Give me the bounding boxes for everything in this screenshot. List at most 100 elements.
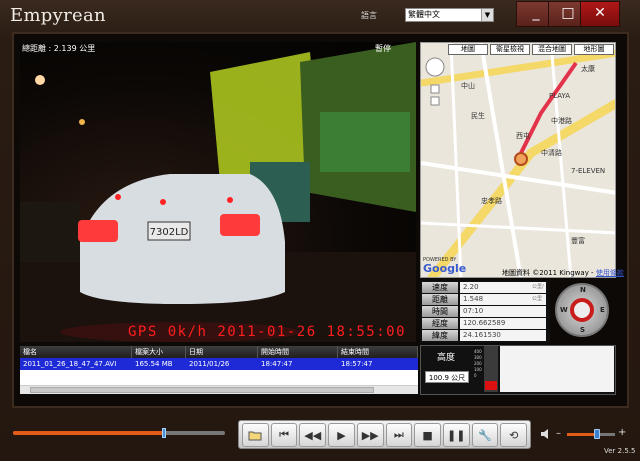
stat-time: 時間 07:10 <box>422 306 548 317</box>
volume-up-button[interactable]: + <box>618 427 626 438</box>
altitude-label: 高度 <box>437 353 456 363</box>
fast-forward-icon: ▶▶ <box>361 428 379 442</box>
tab-map[interactable]: 地圖 <box>448 44 488 55</box>
wrench-icon: 🔧 <box>478 428 492 442</box>
compass-south: S <box>580 326 586 334</box>
close-button[interactable]: ✕ <box>580 1 620 27</box>
compass-east: E <box>600 306 605 314</box>
license-plate: 7302LD <box>150 227 189 238</box>
gps-stats: 速度 2.20公里/小時 距離 1.548公里 時間 07:10 經度 120.… <box>420 281 550 343</box>
column-header-name[interactable]: 檔名 <box>20 346 132 358</box>
stat-value: 1.548 公里 <box>460 294 546 305</box>
rewind-button[interactable]: ◀◀ <box>299 423 327 447</box>
stop-button[interactable]: ■ <box>414 423 441 447</box>
folder-icon <box>248 431 262 441</box>
first-button[interactable]: ⏮ <box>270 423 298 447</box>
speaker-icon[interactable] <box>540 428 554 440</box>
table-row[interactable]: 2011_01_26_18_47_47.AVI 165.54 MB 2011/0… <box>20 358 418 370</box>
terms-link[interactable]: 使用條款 <box>596 269 624 277</box>
stat-label: 距離 <box>422 294 458 305</box>
map-label: 豐富 <box>571 236 585 245</box>
stat-value: 120.662589 <box>460 318 546 329</box>
chevron-down-icon[interactable]: ▼ <box>481 9 493 21</box>
map-label: 忠孝路 <box>481 196 502 205</box>
stat-label: 經度 <box>422 318 458 329</box>
repeat-icon: ⟲ <box>509 428 519 442</box>
stop-icon: ■ <box>422 428 433 442</box>
pause-icon: ❚❚ <box>447 428 466 442</box>
stat-label: 速度 <box>422 282 458 293</box>
volume-slider[interactable] <box>567 429 615 439</box>
altitude-bar <box>484 346 498 392</box>
map-label: 中清路 <box>541 148 562 157</box>
skip-last-icon: ⏭ <box>393 428 404 441</box>
compass-west: W <box>560 306 568 314</box>
stat-value: 2.20公里/小時 <box>460 282 546 301</box>
tab-hybrid[interactable]: 混合地圖 <box>532 44 572 55</box>
playback-progress[interactable] <box>13 428 225 438</box>
column-header-end[interactable]: 結束時間 <box>338 346 418 358</box>
pause-button[interactable]: ❚❚ <box>442 423 470 447</box>
map-tabs: 地圖 衛星檢視 混合地圖 地形圖 <box>448 44 614 55</box>
column-header-date[interactable]: 日期 <box>186 346 258 358</box>
column-header-start[interactable]: 開始時間 <box>258 346 338 358</box>
language-label: 語言 <box>361 11 377 20</box>
map-canvas: 太康 中山 民生 西屯 PLAYA 7-ELEVEN 中港路 忠孝路 豐富 中清… <box>421 43 615 277</box>
cell-start-time: 18:47:47 <box>261 360 293 368</box>
map-view[interactable]: 太康 中山 民生 西屯 PLAYA 7-ELEVEN 中港路 忠孝路 豐富 中清… <box>420 42 616 278</box>
last-button[interactable]: ⏭ <box>385 423 413 447</box>
stat-distance: 距離 1.548 公里 <box>422 294 548 305</box>
altitude-value: 100.9 公尺 <box>425 371 469 383</box>
video-player[interactable]: 7302LD <box>20 42 416 342</box>
open-folder-button[interactable] <box>242 423 269 447</box>
google-logo: Google <box>423 262 467 275</box>
dashcam-scene: 7302LD <box>20 42 416 342</box>
app-window: Empyrean 語言 繁體中文 ▼ _ □ ✕ 7302LD 總距離: 2.… <box>0 0 640 461</box>
map-label: 7-ELEVEN <box>571 167 605 175</box>
stat-value: 07:10 <box>460 306 546 317</box>
altitude-ticks: 400 300 200 100 0 <box>474 349 482 378</box>
scrollbar-thumb[interactable] <box>30 387 374 393</box>
tab-terrain[interactable]: 地形圖 <box>574 44 614 55</box>
progress-handle[interactable] <box>161 428 166 438</box>
horizontal-scrollbar[interactable] <box>20 385 418 394</box>
rewind-icon: ◀◀ <box>304 428 322 442</box>
stat-value: 24.161530 <box>460 330 546 341</box>
stat-label: 緯度 <box>422 330 458 341</box>
repeat-button[interactable]: ⟲ <box>500 423 528 447</box>
version-label: Ver 2.5.5 <box>604 447 636 455</box>
skip-first-icon: ⏮ <box>279 428 289 441</box>
map-label: 中山 <box>461 81 475 90</box>
stat-label: 時間 <box>422 306 458 317</box>
cell-filename: 2011_01_26_18_47_47.AVI <box>23 360 117 368</box>
fast-forward-button[interactable]: ▶▶ <box>356 423 384 447</box>
tab-satellite[interactable]: 衛星檢視 <box>490 44 530 55</box>
total-distance: 總距離 : 2.139 公里 <box>22 44 96 53</box>
stat-speed: 速度 2.20公里/小時 <box>422 282 548 301</box>
play-icon: ▶ <box>337 428 346 442</box>
playback-controls: ⏮ ◀◀ ▶ ▶▶ ⏭ ■ ❚❚ 🔧 ⟲ <box>238 420 531 449</box>
map-label: 太康 <box>581 64 595 73</box>
cell-size: 165.54 MB <box>135 360 173 368</box>
map-label: PLAYA <box>549 92 570 100</box>
settings-button[interactable]: 🔧 <box>471 423 499 447</box>
compass-needle <box>570 298 594 322</box>
volume-handle[interactable] <box>593 429 600 439</box>
gps-overlay: GPS 0k/h 2011-01-26 18:55:00 <box>128 324 407 340</box>
map-credit-text: 地圖資料 ©2011 Kingway - <box>502 269 594 277</box>
map-label: 西屯 <box>516 131 530 140</box>
stat-latitude: 緯度 24.161530 <box>422 330 548 341</box>
compass-icon: N S E W <box>555 283 609 337</box>
volume-down-button[interactable]: – <box>556 428 561 439</box>
cell-date: 2011/01/26 <box>189 360 230 368</box>
volume-fill <box>567 433 597 436</box>
progress-fill <box>13 431 164 435</box>
column-header-size[interactable]: 檔案大小 <box>132 346 186 358</box>
language-select[interactable]: 繁體中文 ▼ <box>405 8 494 22</box>
app-title: Empyrean <box>10 5 106 26</box>
map-label: 民生 <box>471 111 485 120</box>
map-credit: 地圖資料 ©2011 Kingway - 使用條款 <box>502 268 624 278</box>
play-button[interactable]: ▶ <box>328 423 355 447</box>
stat-longitude: 經度 120.662589 <box>422 318 548 329</box>
file-list-header: 檔名 檔案大小 日期 開始時間 結束時間 <box>20 346 418 358</box>
